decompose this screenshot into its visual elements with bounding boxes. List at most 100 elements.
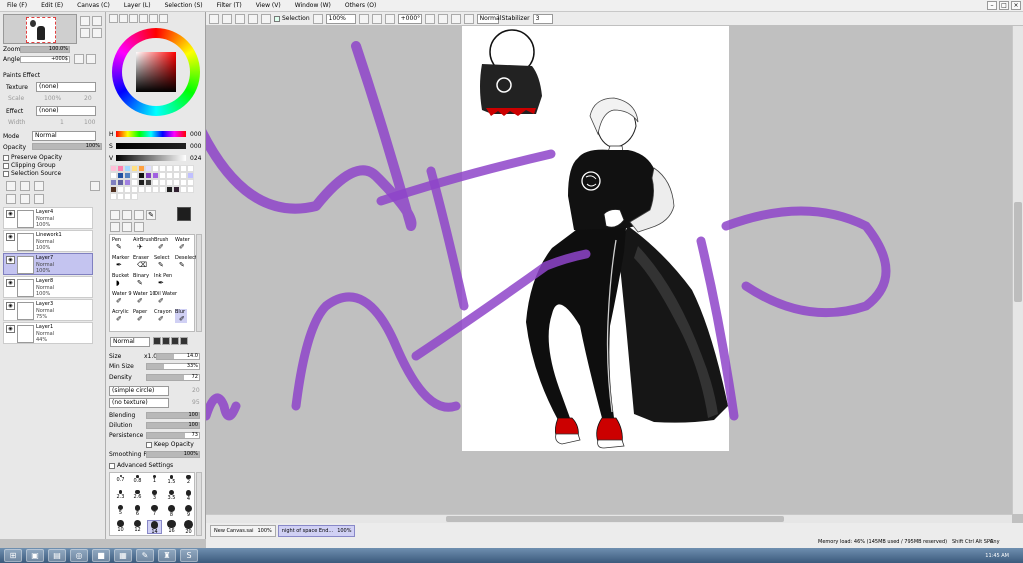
tool-brush[interactable]: Brush ✐ [154,237,168,251]
rotate-ccw-icon[interactable] [424,13,435,24]
angle-select[interactable]: +000° [397,13,422,24]
color-swatch[interactable] [117,193,124,200]
menu-item-3[interactable]: Layer (L) [117,0,158,12]
color-swatch[interactable] [124,165,131,172]
tool-bucket[interactable]: Bucket ◗ [112,273,129,287]
brush-size-preset[interactable]: 3.5 [164,490,179,504]
horizontal-scroll-thumb[interactable] [446,516,784,522]
tool-water[interactable]: Water ✐ [175,237,190,251]
zoom-out-icon[interactable] [92,16,102,26]
paint-icon[interactable]: ✎ [136,549,154,562]
maximize-icon[interactable]: □ [999,1,1009,10]
menu-item-5[interactable]: Filter (T) [210,0,249,12]
layer-mode-select[interactable]: Normal [32,131,96,141]
menu-item-7[interactable]: Window (W) [288,0,338,12]
brush-size-preset[interactable]: 2 [181,475,196,489]
deselect-icon[interactable] [235,13,245,24]
swatch-icon[interactable] [149,14,158,23]
new-folder-icon[interactable] [34,181,44,191]
layer-row[interactable]: ◉ Linework1 Normal 100% [3,230,93,252]
color-swatch[interactable] [173,165,180,172]
tool-binary[interactable]: Binary ✎ [133,273,149,287]
brush-size-preset[interactable]: 1.5 [164,475,179,489]
size-grid-scrollbar[interactable] [196,472,202,536]
color-swatch[interactable] [187,186,194,193]
magic-wand-icon[interactable] [134,210,144,220]
color-swatch[interactable] [131,172,138,179]
s-slider[interactable] [116,143,186,149]
color-swatch[interactable] [124,172,131,179]
color-swatch[interactable] [110,179,117,186]
tool-deselect[interactable]: Deselect ✎ [175,255,197,269]
move-icon[interactable] [110,222,120,232]
nav-angle-slider[interactable]: +000$ [20,56,70,63]
color-wheel[interactable] [112,28,200,116]
undo-icon[interactable] [209,13,219,24]
brush-size-preset[interactable]: 0.8 [130,475,145,489]
effect-select[interactable]: (none) [36,106,96,116]
layer-row[interactable]: ◉ Layer3 Normal 75% [3,299,93,321]
brush-size-preset[interactable]: 20 [181,520,196,535]
color-swatch[interactable] [131,179,138,186]
mixer-icon[interactable] [139,14,148,23]
color-swatch[interactable] [138,165,145,172]
merge-down-icon[interactable] [20,194,30,204]
skype-icon[interactable]: S [180,549,198,562]
color-swatch[interactable] [159,172,166,179]
selection-toggle[interactable]: Selection [274,15,310,22]
tool-airbrush[interactable]: AirBrush ✈ [133,237,154,251]
color-swatch[interactable] [138,186,145,193]
new-layer-icon[interactable] [6,181,16,191]
start-orb-icon[interactable]: ⊞ [4,549,22,562]
tool-ink-pen[interactable]: Ink Pen ✒ [154,273,172,287]
clear-layer-icon[interactable] [34,194,44,204]
color-swatch[interactable] [124,179,131,186]
marquee-icon[interactable] [110,210,120,220]
selection-source-checkbox[interactable]: Selection Source [3,170,61,177]
color-swatch[interactable] [180,186,187,193]
invert-selection-icon[interactable] [248,13,258,24]
hsv-slider-icon[interactable] [129,14,138,23]
edge-medium-icon[interactable] [162,337,170,345]
visibility-eye-icon[interactable]: ◉ [6,279,15,287]
color-swatch[interactable] [187,172,194,179]
document-tab[interactable]: New Canvas.sai 100% [210,525,276,537]
layer-row[interactable]: ◉ Layer4 Normal 100% [3,207,93,229]
scratchpad-icon[interactable] [159,14,168,23]
preserve-opacity-checkbox[interactable]: Preserve Opacity [3,154,62,161]
tool-marker[interactable]: Marker ✒ [112,255,129,269]
color-swatch[interactable] [117,172,124,179]
rgb-slider-icon[interactable] [119,14,128,23]
preserve-opacity-box[interactable] [3,154,9,161]
color-swatch[interactable] [152,186,159,193]
visibility-eye-icon[interactable]: ◉ [6,210,15,218]
color-swatch[interactable] [124,193,131,200]
minimize-icon[interactable]: – [987,1,997,10]
dilution-slider[interactable]: 100 [146,422,200,429]
color-swatch[interactable] [131,186,138,193]
menu-item-2[interactable]: Canvas (C) [70,0,117,12]
advanced-settings-checkbox[interactable]: Advanced Settings [109,462,173,469]
layer-row[interactable]: ◉ Layer7 Normal 100% [3,253,93,275]
brush-size-preset[interactable]: 8 [164,505,179,519]
color-swatch[interactable] [152,172,159,179]
tool-water-9[interactable]: Water 9 ✐ [112,291,132,305]
redo-icon[interactable] [222,13,232,24]
color-swatch[interactable] [145,186,152,193]
brush-size-preset[interactable]: 5 [113,505,128,519]
color-swatch[interactable] [159,165,166,172]
color-swatch[interactable] [187,165,194,172]
size-slider[interactable]: 14.0 [156,353,200,360]
color-swatch[interactable] [152,165,159,172]
reset-zoom-icon[interactable] [384,13,395,24]
reset-rotation-icon[interactable] [450,13,461,24]
brush-size-preset[interactable]: 1 [147,475,162,489]
color-swatch[interactable] [180,179,187,186]
flip-horizontal-icon[interactable] [463,13,474,24]
color-swatch[interactable] [166,179,173,186]
color-swatch[interactable] [131,193,138,200]
document-tab[interactable]: night of space End... 100% [277,525,356,537]
smoothing-slider[interactable]: 100% [146,451,200,458]
delete-layer-icon[interactable] [90,181,100,191]
color-swatch[interactable] [117,186,124,193]
